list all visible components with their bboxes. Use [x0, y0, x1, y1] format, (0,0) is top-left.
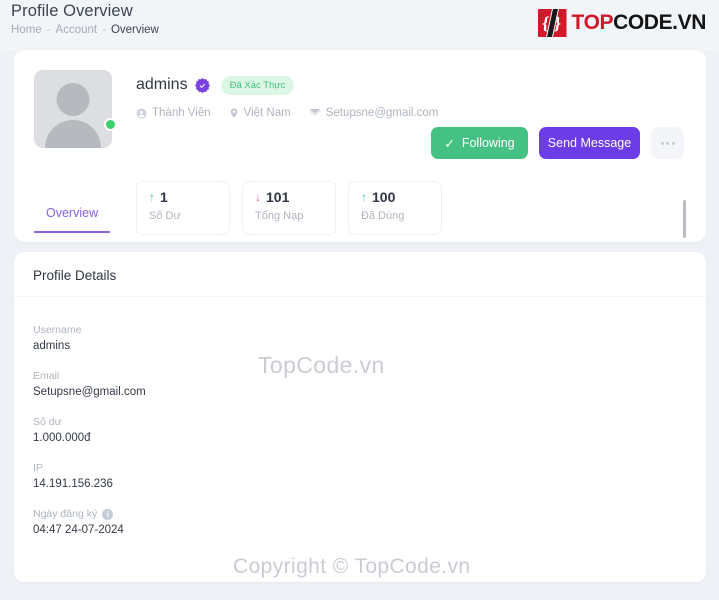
stat-label: Số Dư	[149, 210, 181, 222]
avatar[interactable]	[34, 70, 117, 148]
check-icon: ✓	[444, 136, 455, 151]
breadcrumb-item-overview: Overview	[110, 24, 159, 36]
tab-overview-label: Overview	[46, 206, 99, 220]
breadcrumb-item-account[interactable]: Account	[56, 24, 98, 36]
profile-name-row: admins Đã Xác Thực	[136, 74, 438, 96]
field-email-label: Email	[33, 370, 60, 382]
meta-member-label: Thành Viên	[152, 107, 211, 119]
profile-stats: ↑ 1 Số Dư ↓ 101 Tổng Nạp ↑ 100 Đã Dùng	[136, 181, 442, 235]
profile-username: admins	[136, 76, 188, 93]
details-section-title: Profile Details	[33, 268, 117, 283]
avatar-placeholder-head	[56, 83, 90, 116]
stat-label: Tổng Nạp	[255, 210, 304, 222]
envelope-icon	[309, 109, 321, 116]
details-field-list: Username admins Email Setupsne@gmail.com…	[33, 324, 146, 554]
more-options-button[interactable]	[651, 127, 684, 159]
field-registered-date-label-row: Ngày đăng ký i	[33, 508, 146, 520]
send-message-button-label: Send Message	[547, 136, 632, 150]
stat-card-deposit: ↓ 101 Tổng Nạp	[242, 181, 336, 235]
info-icon[interactable]: i	[102, 508, 114, 520]
tabs-scrollbar-thumb[interactable]	[683, 200, 686, 238]
stat-value-row: ↑ 100	[361, 189, 441, 205]
ellipsis-icon-dot	[666, 141, 669, 145]
avatar-placeholder-body	[45, 120, 101, 148]
meta-location: Việt Nam	[229, 107, 291, 119]
breadcrumb-separator: -	[102, 24, 106, 36]
verified-status-badge: Đã Xác Thực	[220, 75, 295, 95]
field-registered-date-label: Ngày đăng ký	[33, 508, 98, 520]
field-registered-date: Ngày đăng ký i 04:47 24-07-2024	[33, 508, 146, 536]
following-button[interactable]: ✓ Following	[431, 127, 528, 159]
field-balance-value: 1.000.000đ	[33, 432, 91, 444]
profile-details-card: Profile Details Username admins Email Se…	[14, 252, 706, 582]
field-ip-label: IP	[33, 462, 43, 474]
field-email: Email Setupsne@gmail.com	[33, 370, 146, 398]
page-header: Profile Overview Home - Account - Overview {…	[0, 0, 719, 50]
send-message-button[interactable]: Send Message	[539, 127, 640, 159]
profile-meta-row: Thành Viên Việt Nam Setupsne@gmail.com	[136, 107, 438, 119]
verified-badge-icon	[194, 77, 210, 93]
trend-up-icon: ↑	[149, 190, 155, 204]
stat-value: 1	[160, 189, 168, 205]
stat-card-balance: ↑ 1 Số Dư	[136, 181, 230, 235]
location-pin-icon	[230, 108, 237, 118]
breadcrumb-separator: -	[46, 24, 51, 36]
stat-label: Đã Dùng	[361, 210, 405, 222]
meta-member: Thành Viên	[136, 107, 211, 119]
field-balance: Số dư 1.000.000đ	[33, 416, 146, 444]
brand-wordmark-top: TOP	[571, 11, 614, 34]
meta-email: Setupsne@gmail.com	[309, 107, 439, 119]
details-divider	[14, 296, 706, 297]
brand-wordmark-code: CODE.VN	[613, 11, 706, 34]
profile-card: admins Đã Xác Thực Thành Viên Việt Nam S…	[14, 50, 706, 242]
brand-logo[interactable]: {/} TOPCODE.VN	[537, 8, 707, 38]
following-button-label: Following	[461, 136, 515, 150]
trend-down-icon: ↓	[255, 190, 261, 204]
avatar-image	[34, 70, 112, 148]
stat-value: 100	[372, 189, 396, 205]
field-balance-label: Số dư	[33, 416, 62, 428]
breadcrumb-item-home[interactable]: Home	[11, 24, 42, 36]
brand-wordmark: TOPCODE.VN	[571, 11, 707, 35]
field-ip: IP 14.191.156.236	[33, 462, 146, 490]
trend-up-icon: ↑	[361, 190, 367, 204]
ellipsis-icon-dot	[660, 141, 664, 145]
field-username: Username admins	[33, 324, 146, 352]
stat-card-used: ↑ 100 Đã Dùng	[348, 181, 442, 235]
stat-value: 101	[266, 189, 290, 205]
profile-identity: admins Đã Xác Thực Thành Viên Việt Nam S…	[136, 74, 438, 119]
online-status-dot	[104, 118, 117, 131]
field-registered-date-value: 04:47 24-07-2024	[33, 524, 124, 536]
profile-actions: ✓ Following Send Message	[431, 127, 684, 159]
brand-mark-icon: {/}	[537, 9, 567, 37]
tab-overview[interactable]: Overview	[34, 200, 111, 233]
profile-tabs: Overview	[34, 200, 111, 242]
meta-email-label: Setupsne@gmail.com	[325, 107, 439, 119]
field-username-label: Username	[33, 324, 82, 336]
page-title: Profile Overview	[11, 2, 133, 20]
stat-value-row: ↓ 101	[255, 189, 335, 205]
ellipsis-icon-dot	[671, 141, 675, 145]
brand-mark-glyph: {/}	[541, 13, 563, 33]
breadcrumb: Home - Account - Overview	[11, 24, 159, 36]
member-icon	[136, 107, 147, 119]
field-username-value: admins	[33, 340, 71, 352]
meta-location-label: Việt Nam	[243, 107, 291, 119]
field-email-value: Setupsne@gmail.com	[33, 386, 146, 398]
stat-value-row: ↑ 1	[149, 189, 229, 205]
field-ip-value: 14.191.156.236	[33, 478, 113, 490]
